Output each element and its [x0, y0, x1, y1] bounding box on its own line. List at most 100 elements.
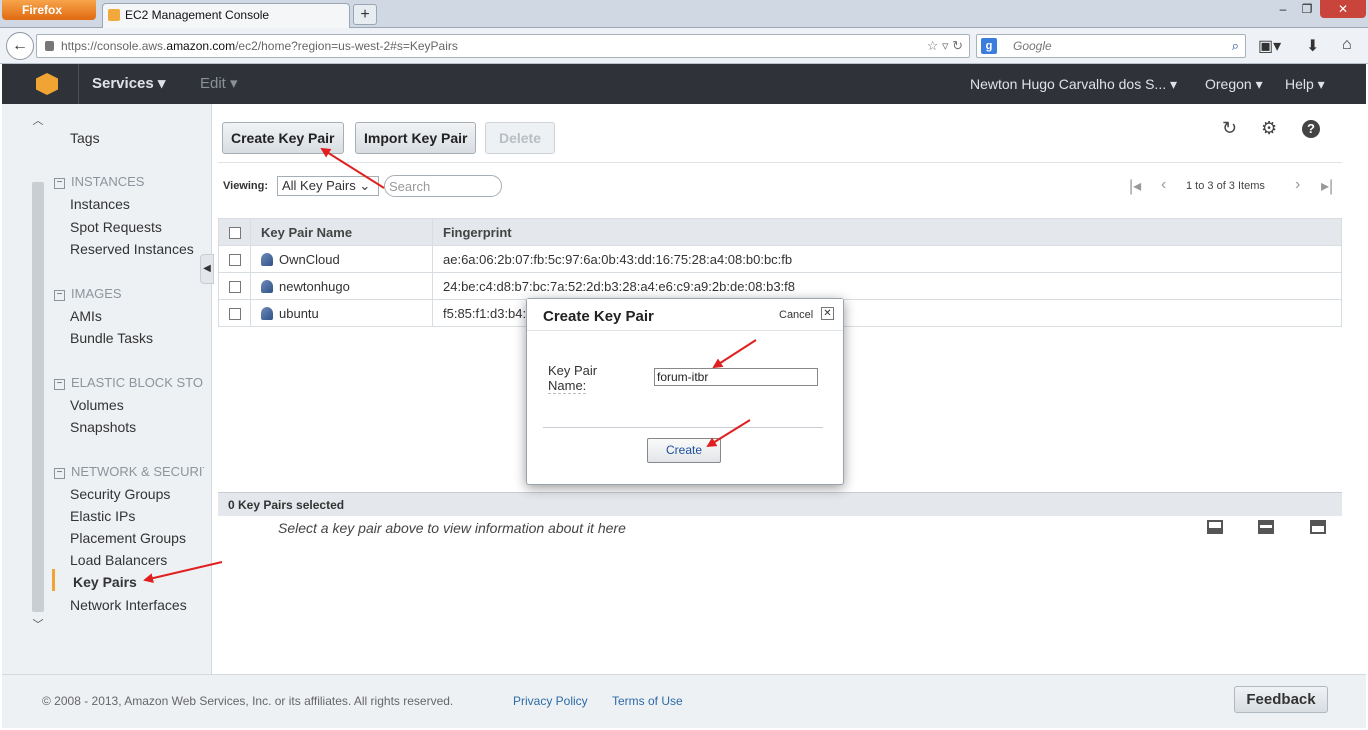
back-arrow-icon[interactable]: ← [6, 32, 34, 60]
column-header-key-pair-name[interactable]: Key Pair Name [250, 218, 433, 246]
table-row[interactable]: OwnCloud ae:6a:06:2b:07:fb:5c:97:6a:0b:4… [218, 245, 1342, 273]
browser-tab-ec2[interactable]: EC2 Management Console [102, 3, 350, 28]
tab-title: EC2 Management Console [125, 8, 270, 22]
sidebar-item-load-balancers[interactable]: Load Balancers [70, 552, 167, 568]
collapse-box-icon[interactable]: − [54, 178, 65, 189]
terms-of-use-link[interactable]: Terms of Use [612, 694, 683, 708]
sidebar-section-network-security[interactable]: −NETWORK & SECURITY [54, 464, 204, 479]
sidebar-item-security-groups[interactable]: Security Groups [70, 486, 170, 502]
url-text: https://console.aws.amazon.com/ec2/home?… [61, 39, 458, 53]
viewing-filter-select[interactable]: All Key Pairs ⌄ [277, 176, 379, 196]
download-icon[interactable]: ⬇ [1306, 36, 1319, 56]
search-placeholder: Google [1013, 39, 1052, 53]
last-page-icon[interactable]: ▸| [1321, 176, 1333, 196]
google-engine-icon[interactable]: g [981, 38, 997, 54]
aws-cube-logo-icon[interactable] [36, 73, 58, 95]
url-bar[interactable]: https://console.aws.amazon.com/ec2/home?… [36, 34, 970, 58]
bookmark-star-icon[interactable]: ☆ ▿ ↻ [927, 35, 963, 57]
magnifier-icon[interactable]: ⌕ [1232, 35, 1239, 57]
refresh-icon[interactable]: ↻ [1222, 118, 1237, 139]
help-menu[interactable]: Help ▾ [1285, 64, 1325, 104]
import-key-pair-button[interactable]: Import Key Pair [355, 122, 477, 154]
row-checkbox[interactable] [229, 308, 241, 321]
lock-icon [45, 41, 54, 51]
firefox-menu-button[interactable]: Firefox [2, 0, 96, 20]
minimize-icon[interactable]: – [1270, 0, 1296, 18]
collapse-box-icon[interactable]: − [54, 468, 65, 479]
first-page-icon[interactable]: |◂ [1129, 176, 1141, 196]
create-button[interactable]: Create [647, 438, 721, 463]
delete-button[interactable]: Delete [485, 122, 555, 154]
sidebar-item-reserved-instances[interactable]: Reserved Instances [70, 241, 194, 257]
detail-pane-message: Select a key pair above to view informat… [278, 520, 626, 536]
feedback-button[interactable]: Feedback [1234, 686, 1328, 713]
sidebar-item-volumes[interactable]: Volumes [70, 397, 124, 413]
footer: © 2008 - 2013, Amazon Web Services, Inc.… [2, 674, 1366, 728]
sidebar-item-network-interfaces[interactable]: Network Interfaces [70, 597, 187, 613]
key-icon [261, 306, 273, 320]
key-icon [261, 279, 273, 293]
row-checkbox[interactable] [229, 281, 241, 294]
browser-search-box[interactable]: g Google ⌕ [976, 34, 1246, 58]
sidebar-item-amis[interactable]: AMIs [70, 308, 102, 324]
bookmarks-icon[interactable]: ▣▾ [1258, 36, 1281, 56]
close-icon[interactable]: ✕ [821, 307, 834, 320]
sidebar-item-placement-groups[interactable]: Placement Groups [70, 530, 186, 546]
key-pair-name-input[interactable] [654, 368, 818, 386]
collapse-box-icon[interactable]: − [54, 379, 65, 390]
layout-split-icon[interactable] [1258, 520, 1274, 534]
previous-page-icon[interactable]: ‹ [1161, 176, 1166, 194]
next-page-icon[interactable]: › [1295, 176, 1300, 194]
key-pair-search-input[interactable] [384, 175, 502, 197]
chevron-down-icon: ⌄ [359, 178, 371, 193]
sidebar-item-tags[interactable]: Tags [70, 130, 100, 146]
sidebar-item-key-pairs[interactable]: Key Pairs [73, 574, 137, 590]
services-menu[interactable]: Services ▾ [92, 64, 165, 104]
key-pair-name: ubuntu [279, 305, 319, 321]
aws-favicon-icon [108, 9, 120, 21]
header-divider [78, 64, 79, 104]
sidebar-item-snapshots[interactable]: Snapshots [70, 419, 136, 435]
row-checkbox[interactable] [229, 254, 241, 267]
fingerprint: 24:be:c4:d8:b7:bc:7a:52:2d:b3:28:a4:e6:c… [432, 272, 1342, 300]
restore-icon[interactable]: ❐ [1294, 0, 1320, 18]
window-close-icon[interactable]: ✕ [1320, 0, 1366, 18]
edit-menu[interactable]: Edit ▾ [200, 64, 238, 104]
region-menu[interactable]: Oregon ▾ [1205, 64, 1263, 104]
key-icon [261, 252, 273, 266]
layout-bottom-icon[interactable] [1207, 520, 1223, 534]
sidebar-item-instances[interactable]: Instances [70, 196, 130, 212]
select-all-checkbox[interactable] [229, 227, 241, 240]
scrollbar-thumb[interactable] [32, 182, 44, 612]
account-menu[interactable]: Newton Hugo Carvalho dos S... ▾ [970, 64, 1177, 104]
create-key-pair-button[interactable]: Create Key Pair [222, 122, 344, 154]
collapse-sidebar-icon[interactable]: ◀ [200, 254, 214, 284]
sidebar-section-images[interactable]: − IMAGES [54, 286, 204, 301]
sidebar-item-elastic-ips[interactable]: Elastic IPs [70, 508, 135, 524]
collapse-box-icon[interactable]: − [54, 290, 65, 301]
fingerprint: ae:6a:06:2b:07:fb:5c:97:6a:0b:43:dd:16:7… [432, 245, 1342, 273]
key-pair-name-label: Key Pair Name: [548, 363, 618, 394]
select-all-cell[interactable] [218, 218, 251, 246]
layout-top-icon[interactable] [1310, 520, 1326, 534]
browser-nav-bar: ← https://console.aws.amazon.com/ec2/hom… [0, 28, 1368, 64]
copyright-text: © 2008 - 2013, Amazon Web Services, Inc.… [42, 694, 454, 708]
help-circle-icon[interactable]: ? [1302, 120, 1320, 138]
sidebar-scrollbar[interactable]: ︿ ﹀ [30, 112, 46, 631]
home-icon[interactable]: ⌂ [1342, 36, 1352, 54]
viewing-select-value: All Key Pairs [282, 178, 356, 193]
sidebar-section-ebs[interactable]: −ELASTIC BLOCK STORE [54, 375, 204, 390]
table-row[interactable]: newtonhugo 24:be:c4:d8:b7:bc:7a:52:2d:b3… [218, 272, 1342, 300]
dialog-header: Create Key Pair Cancel ✕ [527, 299, 843, 331]
gear-icon[interactable]: ⚙ [1261, 118, 1277, 139]
privacy-policy-link[interactable]: Privacy Policy [513, 694, 588, 708]
dialog-cancel-link[interactable]: Cancel [779, 309, 813, 321]
new-tab-button[interactable]: + [353, 4, 377, 25]
sidebar-section-instances[interactable]: − INSTANCES [54, 174, 204, 189]
create-key-pair-dialog: Create Key Pair Cancel ✕ Key Pair Name: … [526, 298, 844, 485]
sidebar-item-spot-requests[interactable]: Spot Requests [70, 219, 162, 235]
scroll-down-icon[interactable]: ﹀ [30, 616, 46, 632]
scroll-up-icon[interactable]: ︿ [30, 112, 46, 128]
column-header-fingerprint[interactable]: Fingerprint [432, 218, 1342, 246]
sidebar-item-bundle-tasks[interactable]: Bundle Tasks [70, 330, 153, 346]
